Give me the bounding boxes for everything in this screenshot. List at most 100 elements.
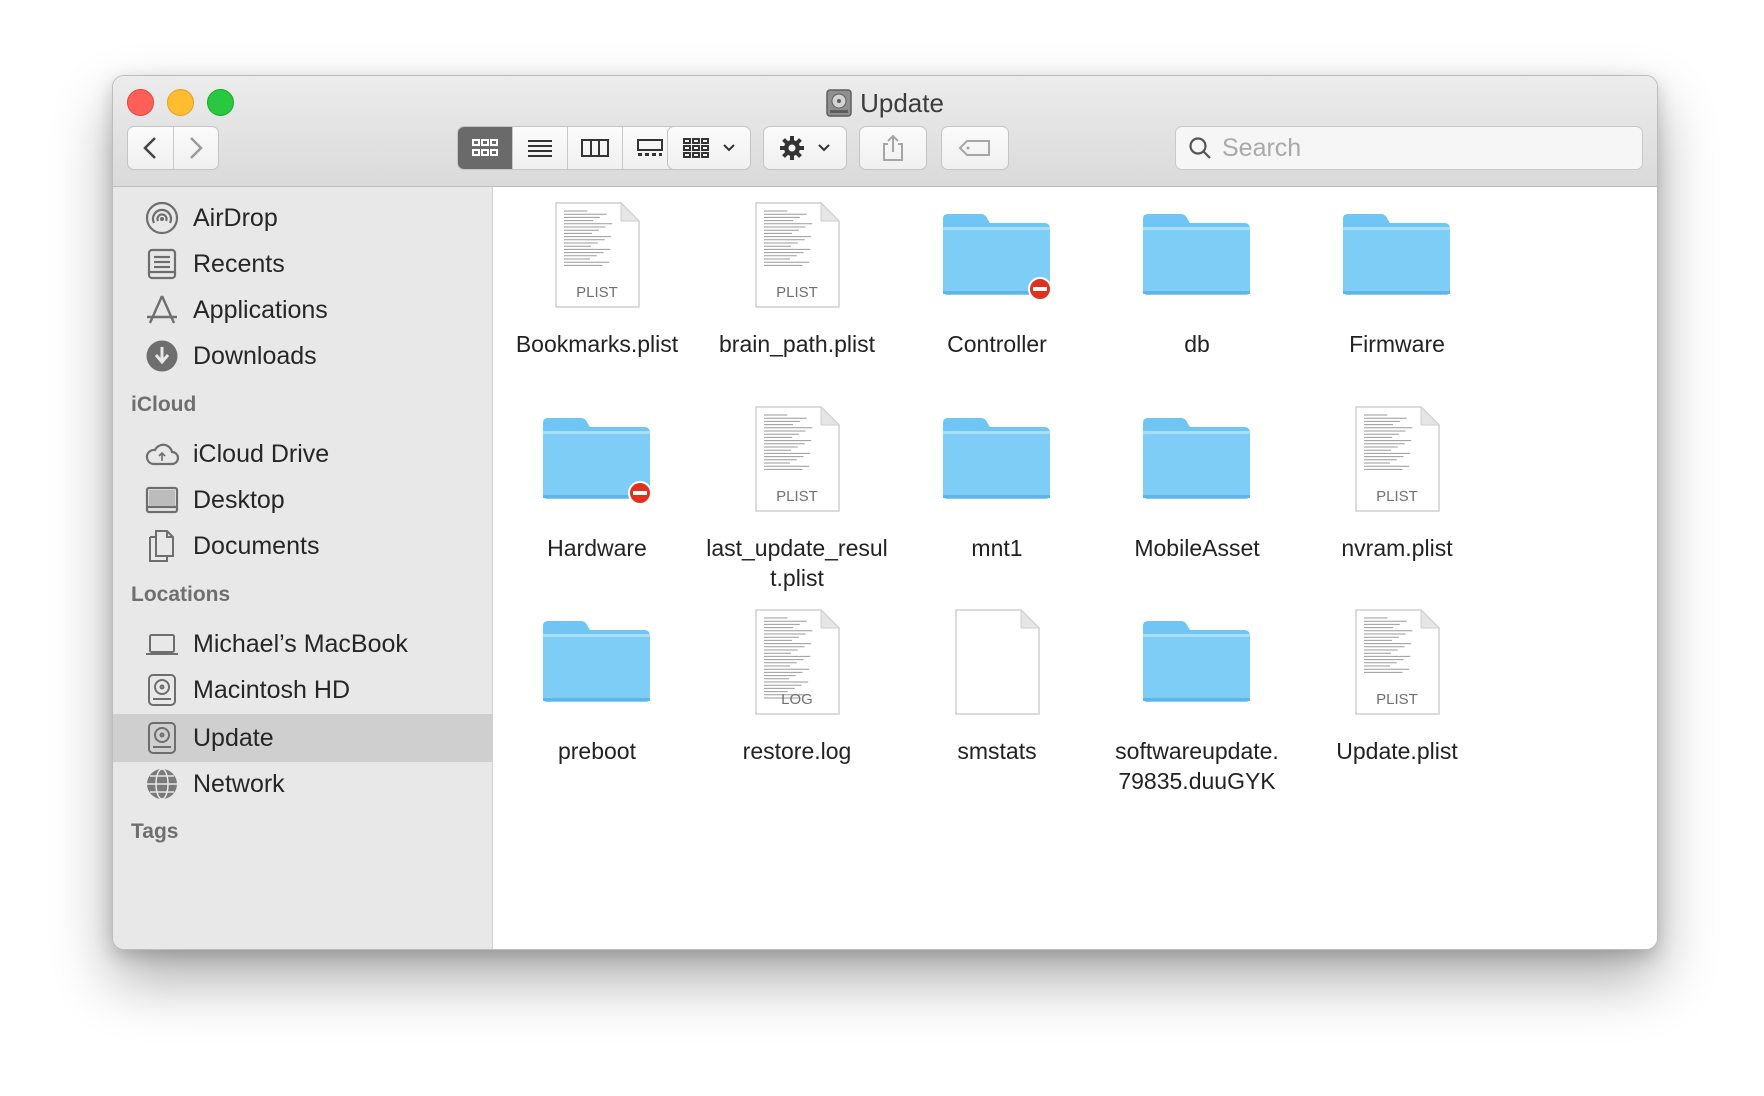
file-grid: PLIST Bookmarks.plist PLIST brain_path.plis…: [493, 187, 1657, 949]
title-bar: Update Search: [113, 76, 1657, 187]
sidebar-item-label: Recents: [193, 249, 285, 278]
file-type-badge: PLIST: [1376, 488, 1418, 505]
search-field[interactable]: Search: [1175, 126, 1643, 170]
sidebar-item-label: Applications: [193, 295, 328, 324]
search-icon: [1189, 137, 1211, 159]
columns-icon: [581, 139, 609, 157]
file-type-badge: LOG: [781, 691, 813, 708]
sidebar-item-recents[interactable]: Recents: [113, 240, 492, 288]
plist-file-icon: PLIST: [1355, 608, 1441, 715]
file-name: nvram.plist: [1341, 535, 1453, 561]
file-type-badge: PLIST: [776, 488, 818, 505]
sidebar-item-downloads[interactable]: Downloads: [113, 332, 492, 380]
sidebar-item-label: iCloud Drive: [193, 439, 330, 468]
hard-drive-icon: [148, 674, 176, 706]
share-icon: [883, 134, 903, 161]
file-name: brain_path.plist: [719, 331, 875, 357]
column-view-button[interactable]: [568, 127, 623, 169]
group-by-button[interactable]: [667, 126, 751, 170]
file-name: mnt1: [971, 535, 1023, 561]
file-name: smstats: [957, 738, 1037, 764]
plist-file-icon: PLIST: [1355, 405, 1441, 512]
group-grid-icon: [683, 138, 709, 158]
file-name: MobileAsset: [1134, 535, 1260, 561]
log-file-icon: LOG: [755, 608, 841, 715]
gallery-icon: [637, 139, 663, 156]
folder-icon: [543, 621, 650, 702]
window-title: Update: [113, 84, 1657, 118]
sidebar-item-label: Michael’s MacBook: [193, 629, 408, 658]
file-name: Update.plist: [1336, 738, 1458, 764]
file-type-badge: PLIST: [576, 284, 618, 301]
finder-window: Update Search AirDrop Recents Applicatio…: [112, 75, 1658, 950]
restricted-badge-icon: [1028, 277, 1052, 301]
sidebar-section-icloud: iCloud: [131, 393, 197, 416]
folder-icon: [943, 214, 1052, 301]
sidebar-item-documents[interactable]: Documents: [113, 522, 492, 570]
file-name: Bookmarks.plist: [515, 331, 679, 357]
list-icon: [528, 140, 552, 157]
downloads-icon: [146, 340, 178, 372]
folder-icon: [1143, 214, 1250, 295]
list-view-button[interactable]: [513, 127, 568, 169]
sidebar-section-locations: Locations: [131, 583, 231, 606]
sidebar-item-airdrop[interactable]: AirDrop: [113, 194, 492, 242]
file-name: Firmware: [1349, 331, 1445, 357]
chevron-right-icon: [189, 137, 203, 159]
sidebar-section-tags: Tags: [131, 820, 179, 843]
hard-drive-icon: [148, 722, 176, 754]
folder-icon: [1343, 214, 1450, 295]
sidebar-item-label: Desktop: [193, 485, 285, 514]
file-name: db: [1184, 331, 1210, 357]
folder-icon: [1143, 621, 1250, 702]
documents-icon: [149, 530, 174, 562]
sidebar-item-label: Macintosh HD: [193, 675, 350, 704]
applications-icon: [147, 295, 177, 324]
tag-icon: [958, 140, 990, 156]
airdrop-icon: [145, 201, 179, 235]
sidebar-item-applications[interactable]: Applications: [113, 286, 492, 334]
tag-button[interactable]: [941, 126, 1009, 170]
sidebar-item-label: Downloads: [193, 341, 317, 370]
network-icon: [147, 768, 177, 800]
file-type-badge: PLIST: [776, 284, 818, 301]
file-name: restore.log: [742, 738, 852, 764]
window-title-text: Update: [860, 88, 944, 119]
plist-file-icon: PLIST: [555, 201, 641, 308]
file-name: softwareupdate.79835.duuGYK: [1115, 738, 1279, 794]
file-name: Controller: [947, 331, 1047, 357]
plist-file-icon: PLIST: [755, 201, 841, 308]
folder-icon: [543, 418, 652, 505]
view-mode-control: [457, 126, 678, 170]
folder-icon: [1143, 418, 1250, 499]
sidebar-item-macintosh-hd[interactable]: Macintosh HD: [113, 666, 492, 714]
nav-buttons: [127, 126, 219, 170]
search-placeholder: Search: [1222, 133, 1302, 162]
file-name: last_update_result.plist: [706, 535, 888, 591]
file-name: Hardware: [547, 535, 647, 561]
chevron-down-icon: [818, 144, 830, 152]
gear-icon: [780, 136, 804, 160]
icloud-drive-icon: [145, 443, 179, 466]
sidebar-item-desktop[interactable]: Desktop: [113, 476, 492, 524]
action-button[interactable]: [763, 126, 847, 170]
chevron-down-icon: [723, 144, 735, 152]
back-button[interactable]: [128, 127, 174, 169]
sidebar-item-macbook[interactable]: Michael’s MacBook: [113, 620, 492, 668]
document-icon: [955, 608, 1041, 715]
sidebar-item-update[interactable]: Update: [113, 714, 492, 762]
laptop-icon: [146, 634, 178, 655]
icon-view-button[interactable]: [458, 127, 513, 169]
forward-button[interactable]: [174, 127, 219, 169]
icon-grid-icon: [472, 139, 498, 156]
sidebar-item-label: AirDrop: [193, 203, 278, 232]
folder-icon: [943, 418, 1050, 499]
file-name: preboot: [557, 738, 636, 764]
sidebar-item-label: Update: [193, 723, 274, 752]
sidebar-item-icloud-drive[interactable]: iCloud Drive: [113, 430, 492, 478]
sidebar-item-network[interactable]: Network: [113, 760, 492, 808]
file-type-badge: PLIST: [1376, 691, 1418, 708]
desktop-icon: [145, 486, 179, 514]
restricted-badge-icon: [628, 481, 652, 505]
share-button[interactable]: [859, 126, 927, 170]
